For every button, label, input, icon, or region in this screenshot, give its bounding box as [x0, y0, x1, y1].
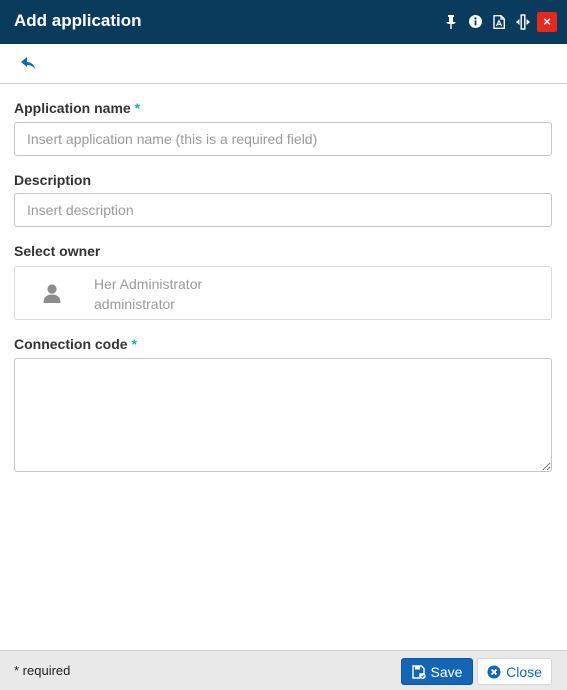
- close-button[interactable]: Close: [477, 658, 552, 685]
- required-marker: *: [131, 336, 137, 352]
- dialog-title: Add application: [14, 11, 142, 30]
- save-button-label: Save: [430, 663, 463, 680]
- required-marker: *: [134, 100, 141, 116]
- title-actions: ×: [439, 11, 557, 32]
- resize-icon[interactable]: [511, 11, 535, 32]
- info-icon[interactable]: [463, 11, 487, 32]
- application-name-label: Application name *: [14, 100, 140, 116]
- dialog-close-x-button[interactable]: ×: [537, 11, 557, 32]
- application-name-input[interactable]: [14, 122, 552, 156]
- connection-code-textarea[interactable]: [14, 358, 552, 472]
- save-button[interactable]: Save: [401, 658, 473, 685]
- owner-name: Her Administrator: [94, 276, 203, 292]
- close-circle-icon: [487, 665, 501, 679]
- user-icon: [41, 283, 63, 305]
- back-arrow-icon[interactable]: [18, 55, 40, 73]
- application-name-label-text: Application name: [14, 100, 131, 116]
- pin-icon[interactable]: [439, 11, 463, 32]
- description-label: Description: [14, 172, 92, 188]
- add-application-dialog: Add application × Application name * Ins…: [0, 0, 567, 690]
- dialog-titlebar: Add application ×: [0, 0, 567, 44]
- close-button-label: Close: [506, 663, 542, 680]
- connection-code-label: Connection code *: [14, 336, 137, 352]
- description-input[interactable]: [14, 193, 552, 227]
- connection-code-label-text: Connection code: [14, 336, 128, 352]
- select-owner-label: Select owner: [14, 243, 101, 259]
- owner-selector[interactable]: Her Administrator administrator: [14, 266, 552, 320]
- dialog-toolbar: [0, 44, 567, 84]
- required-note: * required: [14, 663, 71, 678]
- save-icon: [411, 664, 426, 679]
- owner-login: administrator: [94, 296, 175, 312]
- pdf-icon[interactable]: [487, 11, 511, 32]
- dialog-footer: * required Save Close: [0, 650, 567, 690]
